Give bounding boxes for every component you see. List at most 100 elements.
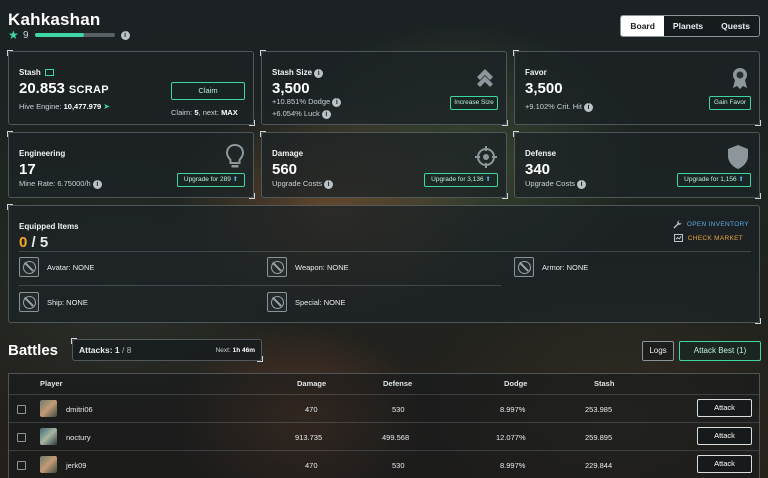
stash-cell: 259.895: [585, 433, 613, 442]
medal-icon: [733, 68, 747, 89]
avatar: [40, 400, 57, 417]
upgrade-engineering-button[interactable]: Upgrade for 289 ⬆: [177, 173, 245, 187]
xp-progress-fill: [34, 33, 85, 37]
stash-size-value: 3,500: [272, 80, 310, 97]
attack-button[interactable]: Attack: [697, 455, 752, 473]
ban-icon: [19, 257, 39, 277]
gain-favor-button[interactable]: Gain Favor: [709, 96, 751, 110]
row-checkbox[interactable]: [17, 461, 26, 470]
favor-card: Favor 3,500 +9.102% Crit. Hit i Gain Fav…: [513, 50, 761, 126]
tab-planets[interactable]: Planets: [663, 16, 713, 36]
send-icon[interactable]: ➤: [103, 102, 110, 111]
hive-engine-row: Hive Engine: 10,477.979 ➤: [19, 102, 110, 111]
stash-size-card: Stash Size i 3,500 +10.851% Dodge i +6.0…: [260, 50, 508, 126]
claim-status: Claim: 5, next: MAX: [171, 108, 238, 117]
slot-weapon-label: Weapon: NONE: [295, 262, 349, 272]
info-icon[interactable]: i: [584, 103, 594, 112]
battles-table: Player Damage Defense Dodge Stash dmitri…: [8, 373, 760, 478]
dodge-cell: 8.997%: [500, 405, 526, 414]
logs-button[interactable]: Logs: [642, 341, 674, 361]
damage-upgrade-costs: Upgrade Costs i: [272, 179, 334, 189]
open-inventory-link[interactable]: OPEN INVENTORY: [673, 220, 749, 229]
chevrons-up-icon: [477, 69, 493, 87]
damage-value: 560: [272, 161, 298, 178]
mine-rate: Mine Rate: 6.75000/h i: [19, 179, 102, 189]
slot-armor[interactable]: Armor: NONE: [514, 257, 588, 277]
info-icon[interactable]: i: [577, 180, 587, 189]
slot-avatar[interactable]: Avatar: NONE: [19, 257, 94, 277]
slot-weapon[interactable]: Weapon: NONE: [267, 257, 349, 277]
damage-card: Damage 560 Upgrade Costs i Upgrade for 3…: [260, 131, 508, 199]
row-checkbox[interactable]: [17, 405, 26, 414]
info-icon[interactable]: i: [321, 110, 331, 119]
equipped-items-card: Equipped Items 0 / 5 OPEN INVENTORY CHEC…: [7, 204, 761, 324]
tab-board[interactable]: Board: [621, 16, 664, 36]
ban-icon: [267, 257, 287, 277]
column-header-defense: Defense: [383, 379, 413, 388]
equipped-items-label: Equipped Items: [19, 222, 79, 231]
avatar: [40, 456, 57, 473]
stash-size-label: Stash Size i: [272, 68, 324, 78]
slot-armor-label: Armor: NONE: [542, 262, 589, 272]
upgrade-defense-button[interactable]: Upgrade for 1,156 ⬆: [677, 173, 751, 187]
defense-upgrade-costs: Upgrade Costs i: [525, 179, 587, 189]
info-icon[interactable]: i: [332, 98, 342, 107]
damage-label: Damage: [272, 149, 304, 158]
market-icon: [673, 234, 683, 242]
table-row: dmitri06 470 530 8.997% 253.985 Attack: [9, 394, 759, 422]
divider: [19, 251, 751, 252]
engineering-value: 17: [19, 161, 36, 178]
column-header-player: Player: [40, 379, 63, 388]
row-checkbox[interactable]: [17, 433, 26, 442]
check-market-link[interactable]: CHECK MARKET: [673, 234, 743, 242]
attack-button[interactable]: Attack: [697, 399, 752, 417]
view-tabs: Board Planets Quests: [620, 15, 760, 37]
divider: [19, 285, 501, 286]
stash-value: 20.853 SCRAP: [19, 80, 109, 97]
defense-label: Defense: [525, 149, 557, 158]
info-icon[interactable]: i: [92, 180, 102, 189]
upgrade-damage-button[interactable]: Upgrade for 3,136 ⬆: [424, 173, 498, 187]
column-header-dodge: Dodge: [504, 379, 528, 388]
open-inventory-label: OPEN INVENTORY: [686, 221, 749, 228]
crosshair-icon: [475, 146, 497, 168]
avatar: [40, 428, 57, 445]
defense-cell: 530: [392, 461, 405, 470]
info-icon[interactable]: i: [120, 30, 130, 40]
attacks-label: Attacks: 1 / 8: [79, 345, 132, 355]
damage-cell: 470: [305, 405, 318, 414]
next-attack-timer: Next: 1h 46m: [215, 347, 255, 354]
tab-quests[interactable]: Quests: [712, 16, 759, 36]
engineering-label: Engineering: [19, 149, 66, 158]
slot-special[interactable]: Special: NONE: [267, 292, 345, 312]
favor-value: 3,500: [525, 80, 563, 97]
stash-icon: [44, 69, 54, 77]
page-title: Kahkashan: [8, 10, 101, 29]
claim-button[interactable]: Claim: [171, 82, 245, 100]
table-row: noctury 913.735 499.568 12.077% 259.895 …: [9, 422, 759, 450]
ban-icon: [514, 257, 534, 277]
slot-ship[interactable]: Ship: NONE: [19, 292, 88, 312]
shield-icon: [728, 145, 748, 169]
crit-bonus: +9.102% Crit. Hit i: [525, 102, 594, 112]
player-name[interactable]: noctury: [66, 433, 91, 442]
level-row: ★ 9 i: [8, 29, 130, 41]
slot-special-label: Special: NONE: [295, 297, 346, 307]
player-name[interactable]: dmitri06: [66, 405, 93, 414]
ban-icon: [19, 292, 39, 312]
luck-bonus: +6.054% Luck i: [272, 109, 331, 119]
attack-button[interactable]: Attack: [697, 427, 752, 445]
battles-title: Battles: [8, 342, 59, 359]
damage-cell: 913.735: [295, 433, 323, 442]
damage-cell: 470: [305, 461, 318, 470]
increase-size-button[interactable]: Increase Size: [450, 96, 498, 110]
xp-progress-bar: [34, 33, 115, 37]
info-icon[interactable]: i: [324, 180, 334, 189]
lightbulb-icon: [225, 143, 245, 168]
attack-best-button[interactable]: Attack Best (1): [679, 341, 761, 361]
player-name[interactable]: jerk09: [66, 461, 86, 470]
column-header-stash: Stash: [594, 379, 615, 388]
dodge-bonus: +10.851% Dodge i: [272, 97, 342, 107]
info-icon[interactable]: i: [314, 69, 324, 78]
defense-value: 340: [525, 161, 551, 178]
